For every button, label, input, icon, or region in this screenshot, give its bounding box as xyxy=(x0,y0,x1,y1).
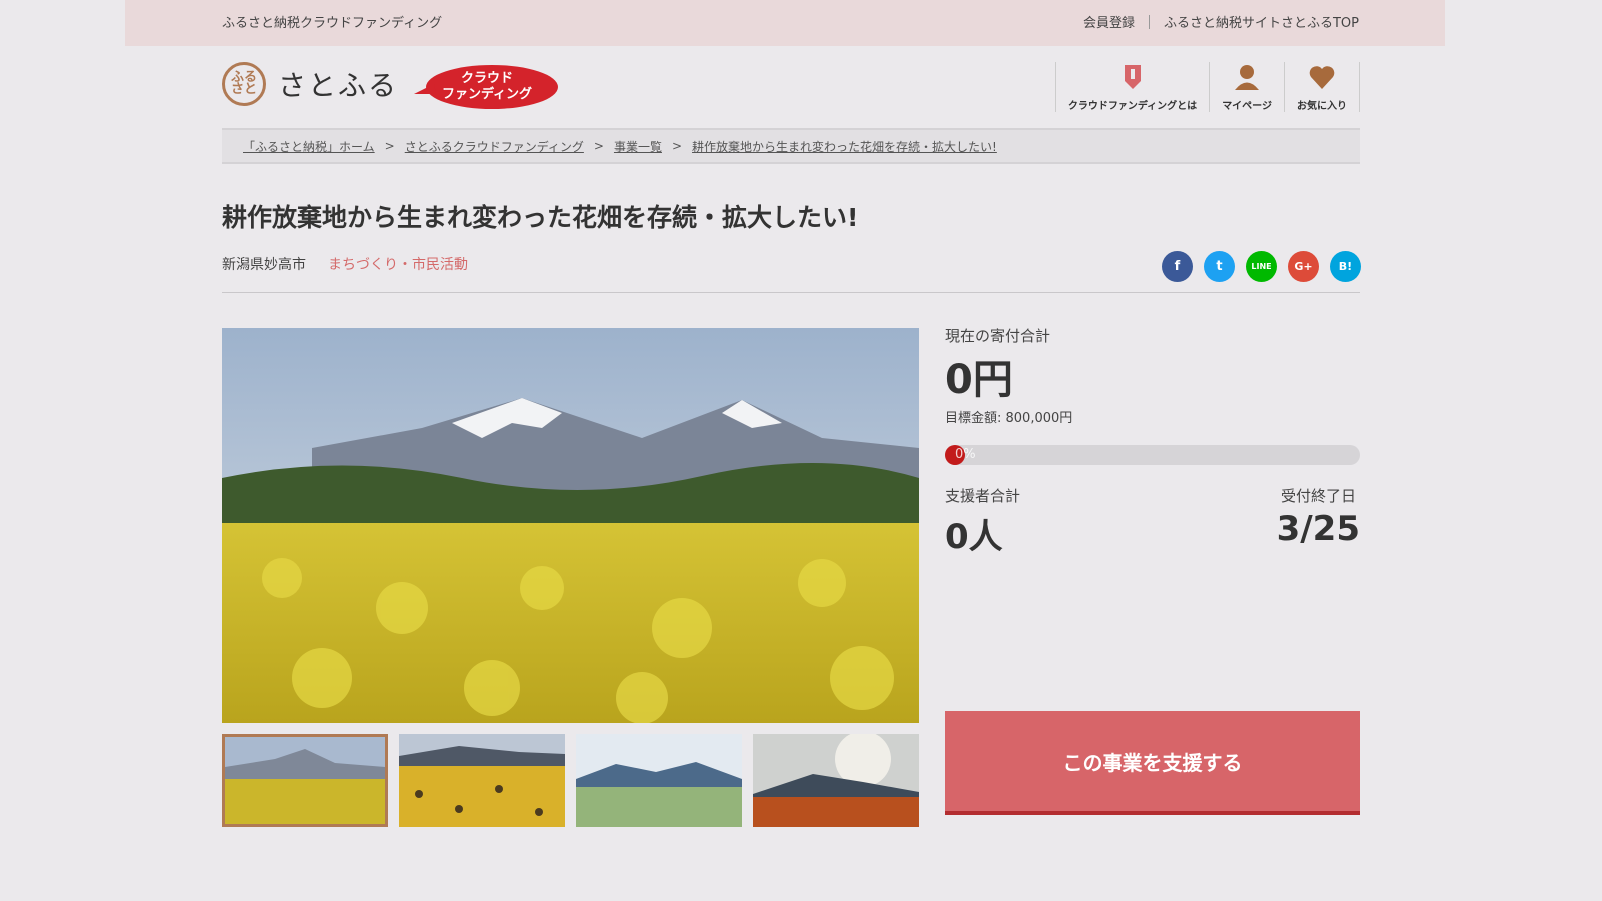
satofull-top-link[interactable]: ふるさと納税サイトさとふるTOP xyxy=(1164,12,1359,31)
supporters-label: 支援者合計 xyxy=(945,487,1021,505)
deadline-label: 受付終了日 xyxy=(1280,487,1356,505)
google-plus-icon[interactable]: G+ xyxy=(1288,251,1319,282)
badge-line-2: ファンディング xyxy=(441,87,533,102)
header: ふるさと さとふる クラウド ファンディング クラウドファンディングとは マイペ… xyxy=(222,58,1360,120)
header-nav: クラウドファンディングとは マイページ お気に入り xyxy=(1054,62,1360,112)
badge-icon xyxy=(1124,65,1141,89)
share-buttons: f t LINE G+ B! xyxy=(1162,251,1361,282)
nav-about-crowdfunding[interactable]: クラウドファンディングとは xyxy=(1054,62,1209,112)
twitter-icon[interactable]: t xyxy=(1204,251,1235,282)
project-meta: 新潟県妙高市 まちづくり・市民活動 xyxy=(222,254,468,274)
main-photo xyxy=(222,328,919,723)
goal-amount: 目標金額: 800,000円 xyxy=(945,411,1073,426)
breadcrumb-arrow: > xyxy=(384,139,395,153)
breadcrumb-arrow: > xyxy=(671,139,683,153)
nav-mypage[interactable]: マイページ xyxy=(1209,62,1284,112)
facebook-icon[interactable]: f xyxy=(1162,251,1193,282)
supporters-value: 0人 xyxy=(945,517,1003,557)
logo-text: さとふる xyxy=(278,69,399,102)
breadcrumb-home[interactable]: 「ふるさと納税」ホーム xyxy=(243,138,375,155)
breadcrumb: 「ふるさと納税」ホーム > さとふるクラウドファンディング > 事業一覧 > 耕… xyxy=(222,128,1360,164)
top-links: 会員登録 ふるさと納税サイトさとふるTOP xyxy=(1083,12,1359,31)
logo[interactable]: ふるさと さとふる xyxy=(222,62,398,106)
thumbnail-4[interactable] xyxy=(753,734,919,827)
heart-icon xyxy=(1309,66,1335,89)
project-location: 新潟県妙高市 xyxy=(222,257,306,273)
crowdfunding-badge: クラウド ファンディング xyxy=(412,64,560,110)
user-icon xyxy=(1235,65,1260,90)
logo-mark: ふるさと xyxy=(222,62,266,106)
thumbnail-strip xyxy=(222,734,919,827)
progress-bar: 0% xyxy=(945,445,1360,465)
site-name: ふるさと納税クラウドファンディング xyxy=(222,16,443,31)
divider xyxy=(222,292,1360,293)
line-icon[interactable]: LINE xyxy=(1246,251,1277,282)
thumbnail-1[interactable] xyxy=(222,734,388,827)
breadcrumb-arrow: > xyxy=(593,139,604,153)
deadline-value: 3/25 xyxy=(1276,509,1360,549)
nav-favorites[interactable]: お気に入り xyxy=(1284,62,1360,112)
divider xyxy=(1148,14,1150,29)
breadcrumb-crowdfunding[interactable]: さとふるクラウドファンディング xyxy=(405,138,584,155)
thumbnail-2[interactable] xyxy=(399,734,565,827)
register-link[interactable]: 会員登録 xyxy=(1083,12,1135,31)
total-value: 0円 xyxy=(945,357,1013,403)
nav-label: お気に入り xyxy=(1297,101,1347,112)
top-bar: ふるさと納税クラウドファンディング 会員登録 ふるさと納税サイトさとふるTOP xyxy=(125,0,1445,46)
breadcrumb-current[interactable]: 耕作放棄地から生まれ変わった花畑を存続・拡大したい! xyxy=(692,138,997,155)
nav-label: クラウドファンディングとは xyxy=(1067,101,1198,112)
page-title: 耕作放棄地から生まれ変わった花畑を存続・拡大したい! xyxy=(222,203,859,232)
badge-line-1: クラウド xyxy=(460,71,513,86)
total-label: 現在の寄付合計 xyxy=(945,327,1051,345)
nav-label: マイページ xyxy=(1222,101,1272,112)
hatena-icon[interactable]: B! xyxy=(1330,251,1361,282)
project-category[interactable]: まちづくり・市民活動 xyxy=(328,254,468,274)
breadcrumb-projects[interactable]: 事業一覧 xyxy=(614,138,662,155)
progress-percent: 0% xyxy=(955,447,976,462)
support-project-button[interactable]: この事業を支援する xyxy=(945,711,1360,815)
thumbnail-3[interactable] xyxy=(576,734,742,827)
